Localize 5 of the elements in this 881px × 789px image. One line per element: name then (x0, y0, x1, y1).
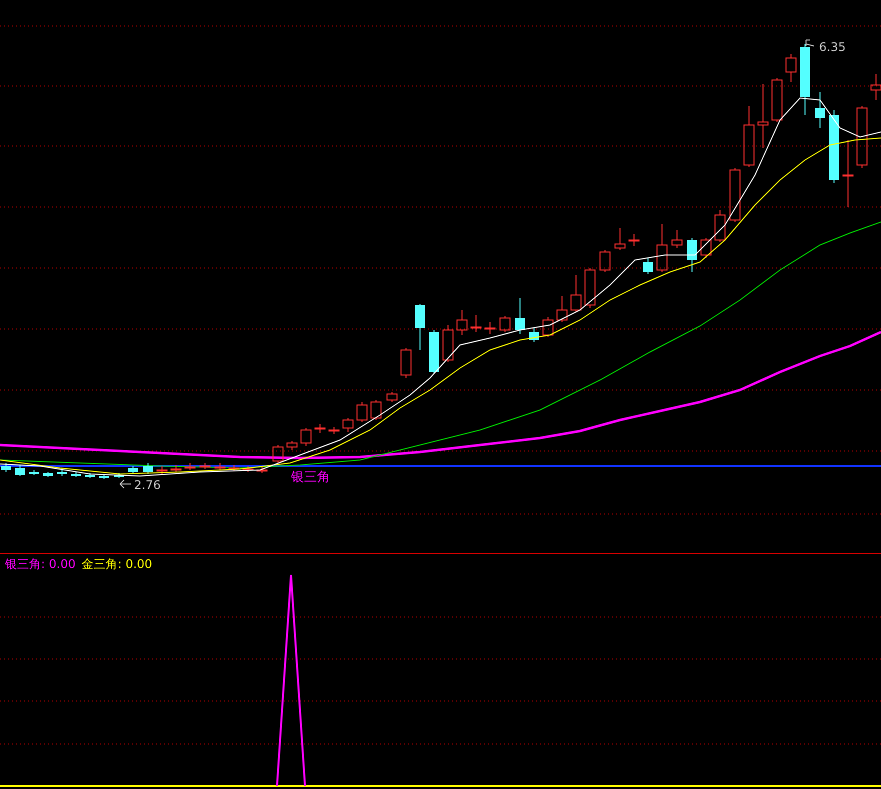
signal-label: 银三角 (291, 470, 330, 485)
indicator-legend-text: 银三角: 0.00 (5, 556, 76, 573)
low-price-label: 2.76 (134, 478, 161, 492)
indicator-legend-text: 金三角: 0.00 (82, 556, 152, 573)
high-price-label: 6.35 (819, 40, 846, 54)
